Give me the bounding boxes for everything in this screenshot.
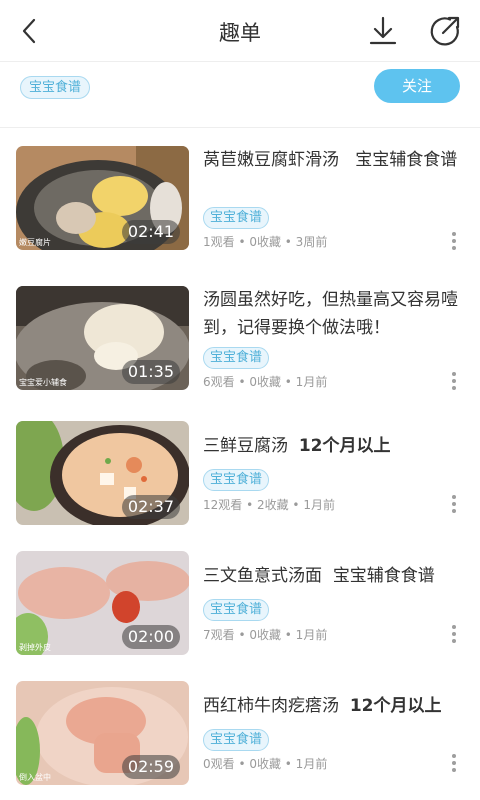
video-thumbnail[interactable]: 02:37 <box>16 421 189 525</box>
video-thumbnail[interactable]: 倒入盆中 02:59 <box>16 681 189 785</box>
video-meta: 12观看 • 2收藏 • 1月前 <box>203 498 335 512</box>
video-list-item[interactable]: 嫩豆腐片 02:41 莴苣嫩豆腐虾滑汤 宝宝辅食食谱 宝宝食谱 1观看 • 0收… <box>0 146 480 250</box>
video-duration: 02:00 <box>121 625 180 649</box>
follow-button[interactable]: 关注 <box>374 69 460 103</box>
video-duration: 02:41 <box>121 220 180 244</box>
video-title[interactable]: 三鲜豆腐汤 12个月以上 <box>203 432 465 460</box>
video-tag[interactable]: 宝宝食谱 <box>203 469 270 491</box>
video-thumbnail[interactable]: 嫩豆腐片 02:41 <box>16 146 189 250</box>
video-thumbnail[interactable]: 宝宝爱小辅食 01:35 <box>16 286 189 390</box>
video-list-item[interactable]: 宝宝爱小辅食 01:35 汤圆虽然好吃，但热量高又容易噎到，记得要换个做法哦！ … <box>0 286 480 390</box>
video-duration: 01:35 <box>121 360 180 384</box>
more-options-icon[interactable] <box>448 752 460 774</box>
video-title[interactable]: 莴苣嫩豆腐虾滑汤 宝宝辅食食谱 <box>203 146 465 174</box>
thumbnail-caption: 宝宝爱小辅食 <box>19 378 67 387</box>
video-thumbnail[interactable]: 剥掉外皮 02:00 <box>16 551 189 655</box>
video-tag[interactable]: 宝宝食谱 <box>203 729 270 751</box>
video-meta: 6观看 • 0收藏 • 1月前 <box>203 375 328 389</box>
thumbnail-caption: 倒入盆中 <box>19 773 51 782</box>
video-duration: 02:59 <box>121 755 180 779</box>
video-meta: 7观看 • 0收藏 • 1月前 <box>203 628 328 642</box>
top-bar: 趣单 <box>0 0 480 62</box>
video-meta: 0观看 • 0收藏 • 1月前 <box>203 757 328 771</box>
collection-tag[interactable]: 宝宝食谱 <box>20 76 91 99</box>
more-options-icon[interactable] <box>448 493 460 515</box>
video-title[interactable]: 汤圆虽然好吃，但热量高又容易噎到，记得要换个做法哦！ <box>203 286 465 342</box>
video-title[interactable]: 三文鱼意式汤面 宝宝辅食食谱 <box>203 562 465 590</box>
download-icon[interactable] <box>366 14 400 48</box>
video-list-item[interactable]: 02:37 三鲜豆腐汤 12个月以上 宝宝食谱 12观看 • 2收藏 • 1月前 <box>0 421 480 525</box>
video-list-item[interactable]: 剥掉外皮 02:00 三文鱼意式汤面 宝宝辅食食谱 宝宝食谱 7观看 • 0收藏… <box>0 551 480 655</box>
video-duration: 02:37 <box>121 495 180 519</box>
video-tag[interactable]: 宝宝食谱 <box>203 599 270 621</box>
collection-header: 宝宝食谱 关注 <box>0 62 480 128</box>
video-list-item[interactable]: 倒入盆中 02:59 西红柿牛肉疙瘩汤 12个月以上 宝宝食谱 0观看 • 0收… <box>0 681 480 785</box>
share-icon[interactable] <box>428 14 462 48</box>
thumbnail-caption: 剥掉外皮 <box>19 643 51 652</box>
more-options-icon[interactable] <box>448 370 460 392</box>
more-options-icon[interactable] <box>448 230 460 252</box>
thumbnail-caption: 嫩豆腐片 <box>19 238 51 247</box>
page-title: 趣单 <box>219 21 261 45</box>
video-meta: 1观看 • 0收藏 • 3周前 <box>203 235 328 249</box>
video-tag[interactable]: 宝宝食谱 <box>203 207 270 229</box>
video-tag[interactable]: 宝宝食谱 <box>203 347 270 369</box>
more-options-icon[interactable] <box>448 623 460 645</box>
video-title[interactable]: 西红柿牛肉疙瘩汤 12个月以上 <box>203 692 465 720</box>
